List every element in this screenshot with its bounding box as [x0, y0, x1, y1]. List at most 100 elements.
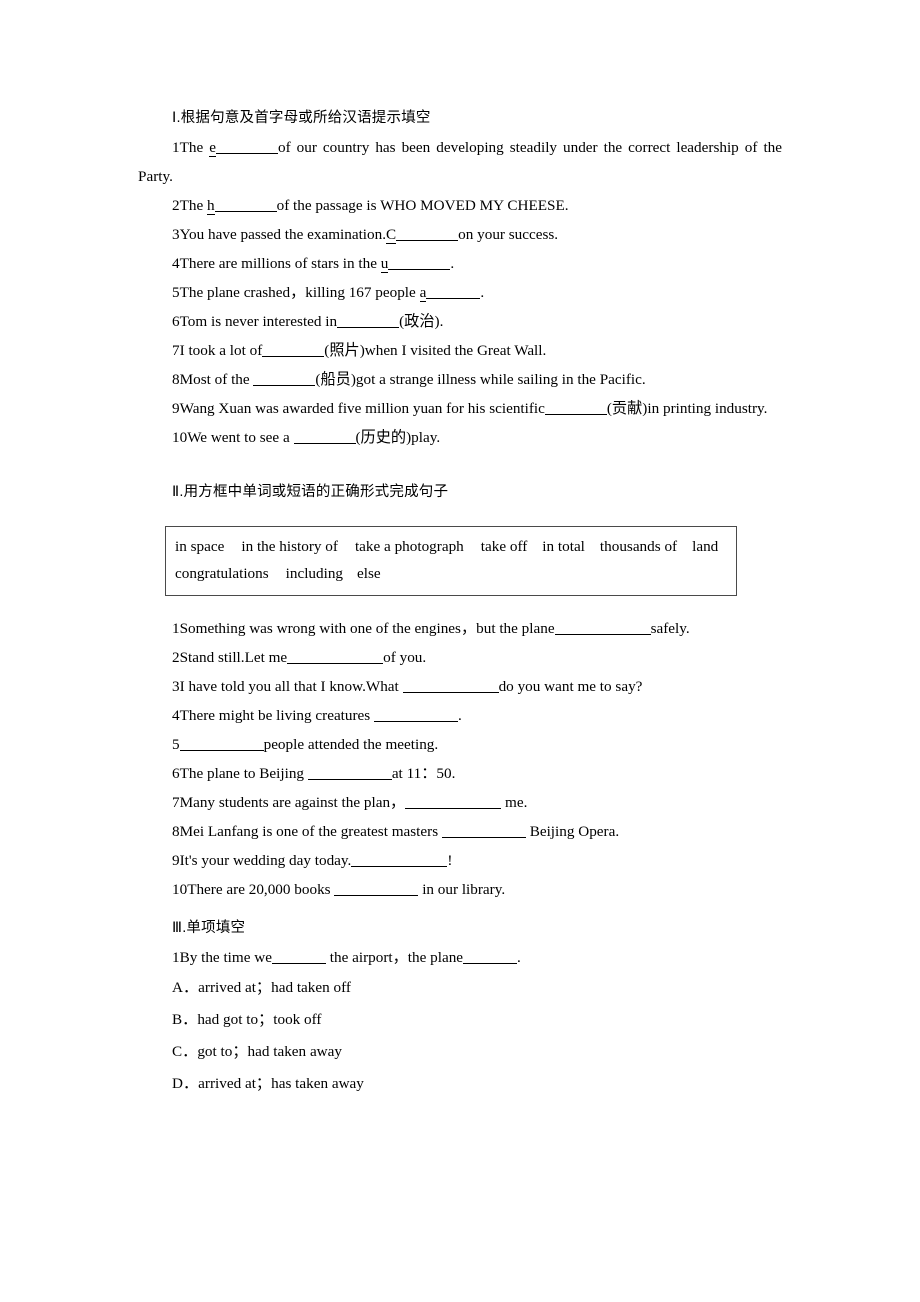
word-bank-item[interactable]: else [357, 560, 381, 587]
question-stem: 1By the time we the airport，the plane. [138, 943, 782, 972]
word-bank-row: in space in the history of take a photogra… [175, 533, 727, 560]
blank-line[interactable] [293, 428, 356, 444]
item-number: 3 [172, 226, 180, 243]
word-bank-item[interactable]: congratulations [175, 560, 269, 587]
lead-letter: e [209, 139, 216, 157]
option-text: arrived at；has taken away [198, 1075, 364, 1092]
option-letter: A． [172, 979, 199, 996]
question-item: 9Wang Xuan was awarded five million yuan… [138, 394, 782, 423]
item-text-post: . [450, 255, 455, 272]
blank-line[interactable] [337, 312, 400, 328]
question-item: 4There are millions of stars in the u. [138, 249, 782, 278]
word-bank-item[interactable]: take a photograph [355, 533, 464, 560]
item-number: 9 [172, 400, 180, 417]
word-bank-item[interactable]: in total [542, 533, 585, 560]
blank-line[interactable] [441, 822, 526, 838]
item-text-post: (船员)got a strange illness while sailing … [315, 371, 646, 388]
blank-line[interactable] [544, 399, 607, 415]
item-text-pre: The [179, 197, 208, 214]
item-text-pre: Most of the [179, 371, 254, 388]
stem-text-pre: By the time we [179, 949, 272, 966]
question-item: 1The e of our country has been developing… [138, 133, 782, 191]
blank-line[interactable] [463, 948, 518, 964]
option-letter: C． [172, 1043, 198, 1060]
word-bank-item[interactable]: land [692, 533, 718, 560]
blank-line[interactable] [374, 706, 459, 722]
item-text-pre: The [179, 139, 210, 156]
choice-option-a[interactable]: A．arrived at；had taken off [138, 972, 782, 1004]
blank-line[interactable] [214, 196, 277, 212]
question-item: 1Something was wrong with one of the eng… [138, 614, 782, 643]
choice-option-c[interactable]: C．got to；had taken away [138, 1036, 782, 1068]
item-number: 2 [172, 649, 180, 666]
blank-line[interactable] [253, 370, 316, 386]
item-text-post: of the passage is WHO MOVED MY CHEESE. [276, 197, 569, 214]
box-spacer [138, 596, 782, 614]
question-item: 8Mei Lanfang is one of the greatest mast… [138, 817, 782, 846]
item-number: 10 [172, 429, 188, 446]
blank-line[interactable] [396, 225, 459, 241]
item-text-post: in our library. [418, 881, 506, 898]
question-item: 4There might be living creatures . [138, 701, 782, 730]
section-heading-1: Ⅰ.根据句意及首字母或所给汉语提示填空 [172, 110, 431, 126]
item-text-pre: The plane crashed，killing 167 people [179, 284, 420, 301]
item-text-post: on your success. [458, 226, 559, 243]
blank-line[interactable] [215, 138, 278, 154]
blank-line[interactable] [388, 254, 451, 270]
stem-text-post: . [517, 949, 521, 966]
blank-line[interactable] [307, 764, 392, 780]
question-item: 5 people attended the meeting. [138, 730, 782, 759]
option-letter: B． [172, 1011, 198, 1028]
word-bank-box: in space in the history of take a photogra… [165, 526, 737, 596]
blank-line[interactable] [262, 341, 325, 357]
worksheet-page: Ⅰ.根据句意及首字母或所给汉语提示填空 1The e of our country… [138, 104, 782, 1100]
option-letter: D． [172, 1075, 199, 1092]
item-text-post: (历史的)play. [355, 429, 441, 446]
word-bank-item[interactable]: in the history of [241, 533, 338, 560]
question-item: 10We went to see a (历史的)play. [138, 423, 782, 452]
blank-line[interactable] [405, 793, 502, 809]
stem-text-mid: the airport，the plane [325, 949, 464, 966]
item-number: 2 [172, 197, 180, 214]
item-text-post: me. [501, 794, 528, 811]
item-text-pre: There might be living creatures [179, 707, 375, 724]
item-text-post: safely. [650, 620, 690, 637]
item-text-pre: Something was wrong with one of the engi… [179, 620, 555, 637]
item-text-pre: We went to see a [187, 429, 294, 446]
item-text-post: do you want me to say? [498, 678, 643, 695]
word-bank-item[interactable]: including [286, 560, 343, 587]
choice-option-b[interactable]: B．had got to；took off [138, 1004, 782, 1036]
lead-letter: C [386, 226, 397, 244]
item-text-post: of you. [383, 649, 427, 666]
question-item: 5The plane crashed，killing 167 people a. [138, 278, 782, 307]
question-item: 6The plane to Beijing at 11：50. [138, 759, 782, 788]
item-text-post: . [480, 284, 485, 301]
item-number: 4 [172, 255, 180, 272]
word-bank-item[interactable]: take off [481, 533, 528, 560]
item-text-pre: It's your wedding day today. [179, 852, 352, 869]
blank-line[interactable] [287, 648, 384, 664]
word-bank-item[interactable]: thousands of [600, 533, 677, 560]
item-text-post: (照片)when I visited the Great Wall. [324, 342, 547, 359]
blank-line[interactable] [426, 283, 481, 299]
blank-line[interactable] [271, 948, 326, 964]
question-item: 2Stand still.Let me of you. [138, 643, 782, 672]
word-bank-item[interactable]: in space [175, 533, 224, 560]
item-number: 6 [172, 313, 180, 330]
blank-line[interactable] [402, 677, 499, 693]
blank-line[interactable] [554, 619, 651, 635]
word-bank-row: congratulations including else [175, 560, 727, 587]
question-item: 7I took a lot of (照片)when I visited the G… [138, 336, 782, 365]
item-number: 4 [172, 707, 180, 724]
question-item: 10There are 20,000 books in our library. [138, 875, 782, 904]
blank-line[interactable] [179, 735, 264, 751]
blank-line[interactable] [351, 851, 448, 867]
section-heading-2: Ⅱ.用方框中单词或短语的正确形式完成句子 [172, 484, 449, 500]
question-item: 7Many students are against the plan， me. [138, 788, 782, 817]
item-text-post: ! [447, 852, 453, 869]
blank-line[interactable] [334, 880, 419, 896]
lead-letter: u [380, 255, 389, 273]
choice-option-d[interactable]: D．arrived at；has taken away [138, 1068, 782, 1100]
